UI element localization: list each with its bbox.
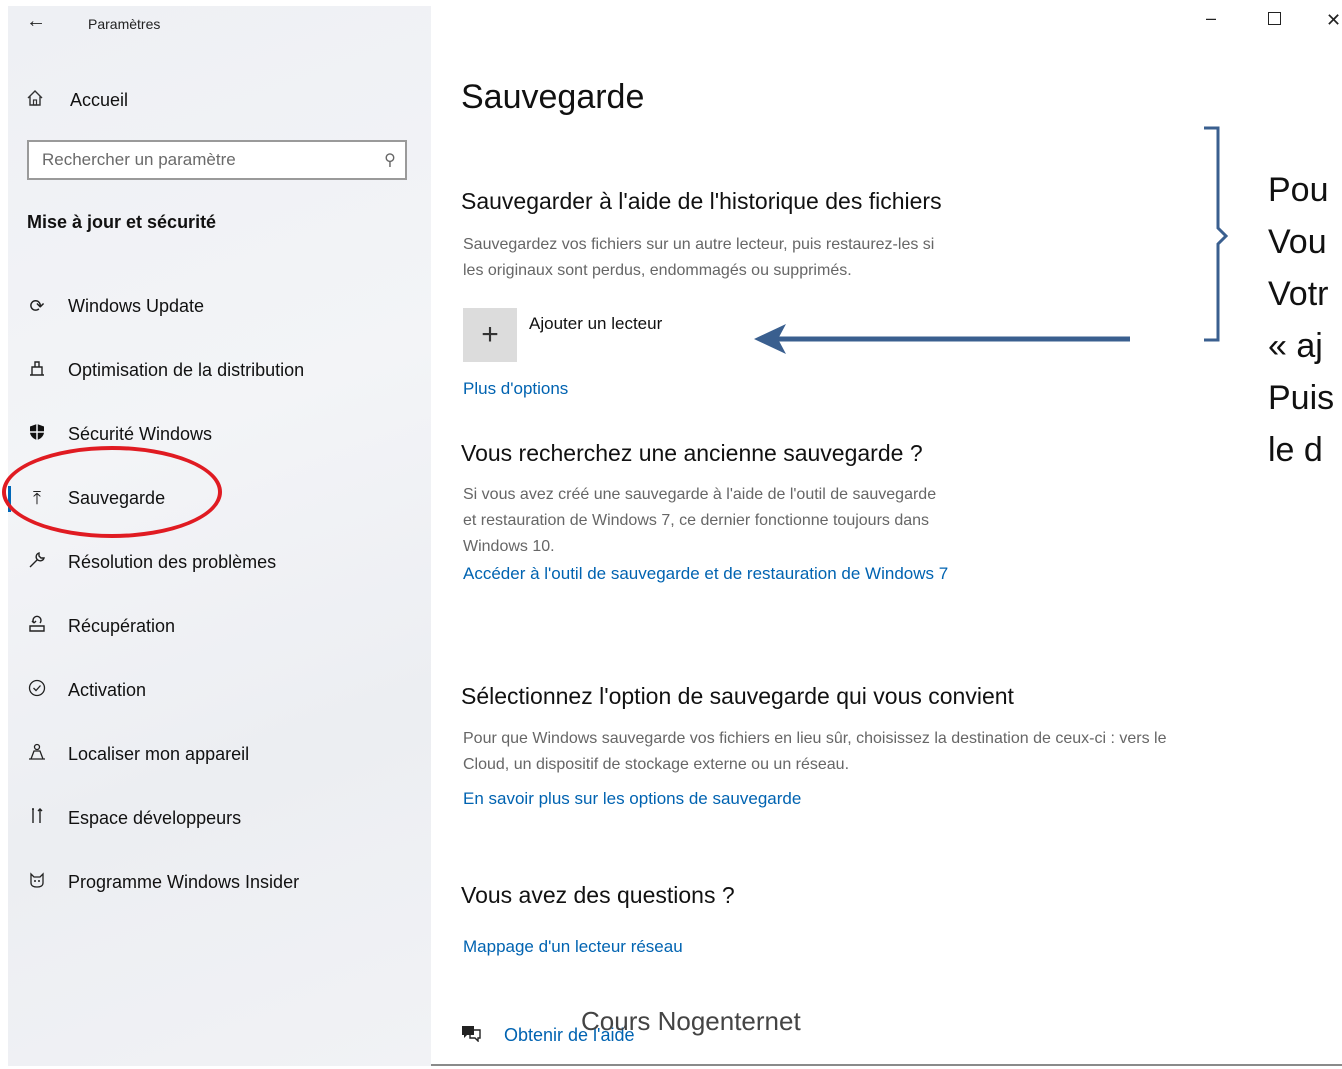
sidebar-item-label: Activation — [68, 679, 147, 700]
sidebar-item-label: Optimisation de la distribution — [68, 359, 305, 380]
sidebar-item-label: Espace développeurs — [68, 807, 242, 828]
annotation-line: le d — [1268, 431, 1323, 469]
sidebar-item-windows-security[interactable]: Sécurité Windows — [8, 402, 431, 466]
sidebar-item-delivery-optimization[interactable]: Optimisation de la distribution — [8, 338, 431, 402]
backup-options-link[interactable]: En savoir plus sur les options de sauveg… — [463, 789, 801, 809]
upload-icon: ⤒ — [33, 487, 41, 508]
sidebar-item-insider[interactable]: Programme Windows Insider — [8, 850, 431, 914]
add-drive-label[interactable]: Ajouter un lecteur — [529, 314, 662, 334]
annotation-line: « aj — [1268, 327, 1323, 365]
annotation-line: Votr — [1268, 275, 1329, 313]
select-option-description: Pour que Windows sauvegarde vos fichiers… — [463, 726, 1342, 778]
sync-icon: ⟳ — [29, 295, 45, 316]
help-chat-icon — [460, 1024, 488, 1047]
old-backup-description: Si vous avez créé une sauvegarde à l'aid… — [463, 482, 1063, 560]
app-title: Paramètres — [88, 16, 161, 32]
file-history-desc-line: les originaux sont perdus, endommagés ou… — [463, 262, 852, 279]
file-history-desc-line: Sauvegardez vos fichiers sur un autre le… — [463, 236, 935, 253]
select-option-heading: Sélectionnez l'option de sauvegarde qui … — [461, 683, 1014, 709]
sidebar-item-recovery[interactable]: Récupération — [8, 594, 431, 658]
sidebar-item-troubleshoot[interactable]: Résolution des problèmes — [8, 530, 431, 594]
old-backup-desc-line: Windows 10. — [463, 538, 555, 555]
delivery-icon — [25, 359, 49, 382]
add-drive-button[interactable]: + — [463, 308, 517, 362]
sidebar-item-label: Sécurité Windows — [68, 423, 213, 444]
sidebar-home-label: Accueil — [70, 89, 129, 110]
page-title: Sauvegarde — [461, 78, 645, 116]
search-box: ⚲ — [27, 140, 407, 180]
shield-icon — [25, 423, 49, 446]
plus-icon: + — [481, 318, 499, 351]
person-locate-icon — [25, 743, 49, 766]
file-history-description: Sauvegardez vos fichiers sur un autre le… — [463, 232, 1063, 284]
check-circle-icon — [25, 679, 49, 702]
map-network-drive-link[interactable]: Mappage d'un lecteur réseau — [463, 937, 683, 957]
search-input[interactable] — [29, 149, 375, 171]
search-icon[interactable]: ⚲ — [375, 150, 405, 170]
home-icon — [26, 89, 50, 112]
sidebar-nav: ⟳ Windows Update Optimisation de la dist… — [8, 274, 431, 914]
annotation-line: Puis — [1268, 379, 1335, 417]
sidebar-item-label: Récupération — [68, 615, 176, 636]
annotation-line: Vou — [1268, 223, 1327, 261]
back-arrow-icon[interactable]: ← — [26, 10, 46, 33]
old-backup-desc-line: et restauration de Windows 7, ce dernier… — [463, 512, 930, 529]
annotation-arrow — [754, 324, 1130, 354]
select-option-desc-line: Pour que Windows sauvegarde vos fichiers… — [463, 730, 1167, 747]
sidebar-item-windows-update[interactable]: ⟳ Windows Update — [8, 274, 431, 338]
sidebar-item-developers[interactable]: Espace développeurs — [8, 786, 431, 850]
insider-cat-icon — [25, 871, 49, 894]
annotation-line: Pou — [1268, 171, 1329, 209]
old-backup-heading: Vous recherchez une ancienne sauvegarde … — [461, 440, 923, 466]
watermark: Cours Nogenternet — [581, 1006, 801, 1036]
sidebar-item-activation[interactable]: Activation — [8, 658, 431, 722]
file-history-heading: Sauvegarder à l'aide de l'historique des… — [461, 188, 942, 214]
recovery-icon — [25, 615, 49, 638]
bottom-divider — [431, 1064, 1342, 1066]
sidebar-item-label: Sauvegarde — [68, 487, 166, 508]
sidebar-item-label: Résolution des problèmes — [68, 551, 277, 572]
developer-tools-icon — [25, 807, 49, 830]
wrench-icon — [25, 551, 49, 574]
annotation-text: Pou Vou Votr « aj Puis le d — [1268, 164, 1334, 476]
section-heading: Mise à jour et sécurité — [27, 212, 217, 232]
more-options-link[interactable]: Plus d'options — [463, 379, 568, 399]
sidebar-home[interactable]: Accueil — [26, 86, 128, 114]
old-backup-desc-line: Si vous avez créé une sauvegarde à l'aid… — [463, 486, 937, 503]
select-option-desc-line: Cloud, un dispositif de stockage externe… — [463, 756, 850, 773]
sidebar-item-label: Localiser mon appareil — [68, 743, 250, 764]
sidebar-item-label: Programme Windows Insider — [68, 871, 300, 892]
sidebar-item-find-device[interactable]: Localiser mon appareil — [8, 722, 431, 786]
sidebar-item-backup[interactable]: ⤒ Sauvegarde — [8, 466, 431, 530]
sidebar-item-label: Windows Update — [68, 295, 205, 316]
title-bar: ← Paramètres — [8, 6, 431, 42]
annotation-bracket — [1204, 126, 1229, 342]
sidebar: ← Paramètres Accueil ⚲ Mise à jour et sé… — [2, 6, 431, 1066]
windows7-backup-link[interactable]: Accéder à l'outil de sauvegarde et de re… — [463, 564, 948, 584]
questions-heading: Vous avez des questions ? — [461, 882, 735, 908]
